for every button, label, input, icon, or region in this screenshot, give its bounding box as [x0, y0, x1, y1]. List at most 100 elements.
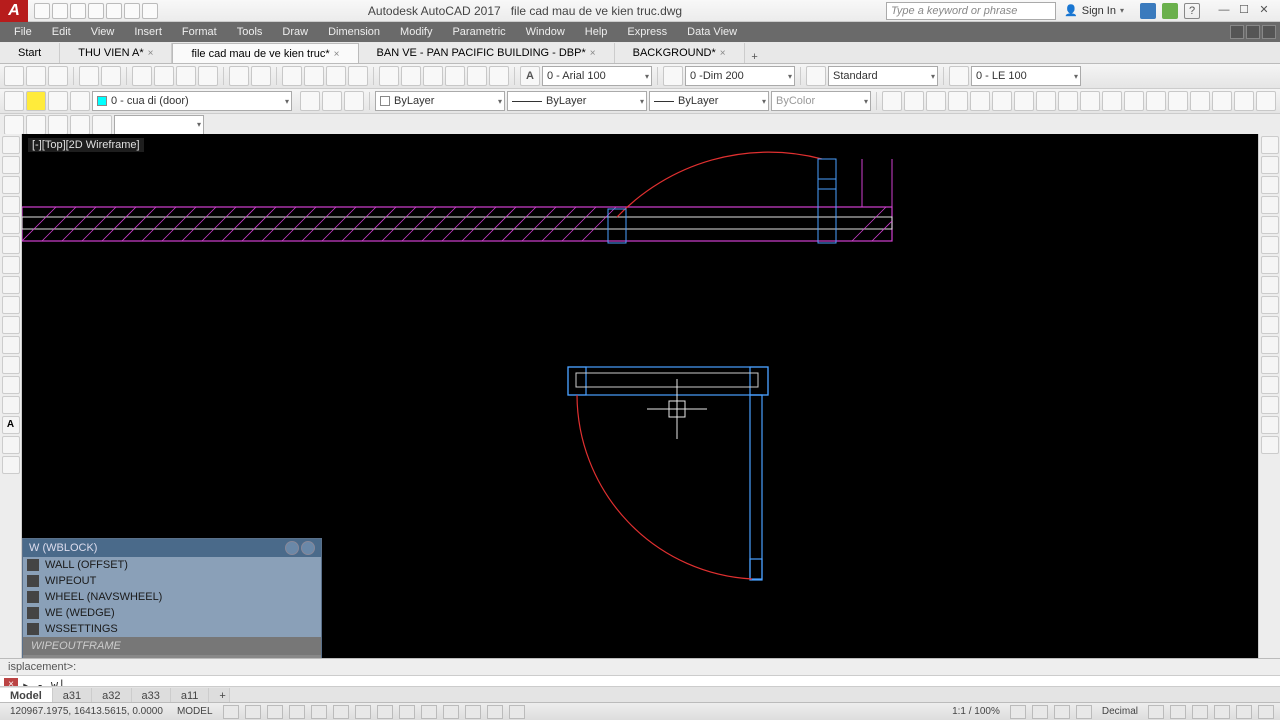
new-icon[interactable] — [34, 3, 50, 19]
misc-btn-4[interactable] — [70, 115, 90, 135]
exchange-icon[interactable] — [1140, 3, 1156, 19]
dim-jog-button[interactable] — [1212, 91, 1232, 111]
menu-help[interactable]: Help — [575, 22, 618, 42]
color-dropdown[interactable]: ByLayer — [375, 91, 505, 111]
dim-break-button[interactable] — [1124, 91, 1144, 111]
ac-item-wipeout[interactable]: WIPEOUT — [23, 573, 321, 589]
dim-center-button[interactable] — [1168, 91, 1188, 111]
otrack-toggle[interactable] — [355, 705, 371, 719]
explode-icon[interactable] — [1261, 436, 1279, 454]
app-logo[interactable]: A — [0, 0, 28, 22]
rect-icon[interactable] — [2, 216, 20, 234]
table-style-icon[interactable] — [806, 66, 826, 86]
table-style-dropdown[interactable]: Standard — [828, 66, 938, 86]
menu-insert[interactable]: Insert — [124, 22, 172, 42]
doc-min-icon[interactable] — [1230, 25, 1244, 39]
scale-icon[interactable] — [1261, 276, 1279, 294]
lwt-toggle[interactable] — [421, 705, 437, 719]
space-label[interactable]: MODEL — [173, 706, 217, 717]
gradient-icon[interactable] — [2, 436, 20, 454]
point-icon[interactable] — [2, 356, 20, 374]
qv-layouts[interactable] — [1148, 705, 1164, 719]
cut-button[interactable] — [132, 66, 152, 86]
clean-screen[interactable] — [1236, 705, 1252, 719]
dim-ang-button[interactable] — [1014, 91, 1034, 111]
insert-icon[interactable] — [2, 396, 20, 414]
layer-dropdown[interactable]: 0 - cua di (door) — [92, 91, 292, 111]
ac-sysvar[interactable]: WIPEOUTFRAME — [23, 637, 321, 655]
close-icon[interactable]: ✕ — [1256, 3, 1272, 19]
layer-freeze-icon[interactable] — [48, 91, 68, 111]
misc-dropdown[interactable] — [114, 115, 204, 135]
misc-btn-5[interactable] — [92, 115, 112, 135]
fillet-icon[interactable] — [1261, 416, 1279, 434]
dim-update-button[interactable] — [1256, 91, 1276, 111]
save-button[interactable] — [48, 66, 68, 86]
dyn-toggle[interactable] — [399, 705, 415, 719]
ws-switch[interactable] — [1054, 705, 1070, 719]
search-input[interactable]: Type a keyword or phrase — [886, 2, 1056, 20]
maximize-icon[interactable]: ☐ — [1236, 3, 1252, 19]
misc-btn-2[interactable] — [26, 115, 46, 135]
menu-modify[interactable]: Modify — [390, 22, 442, 42]
dim-cont-button[interactable] — [1080, 91, 1100, 111]
tab-background[interactable]: BACKGROUND*× — [615, 43, 745, 63]
break-icon[interactable] — [1261, 356, 1279, 374]
ac-item-wssettings[interactable]: WSSETTINGS — [23, 621, 321, 637]
app-store-icon[interactable] — [1162, 3, 1178, 19]
tab-close-icon[interactable]: × — [334, 49, 340, 60]
anno-auto-toggle[interactable] — [1032, 705, 1048, 719]
polar-toggle[interactable] — [289, 705, 305, 719]
save-icon[interactable] — [70, 3, 86, 19]
stretch-icon[interactable] — [1261, 296, 1279, 314]
ac-item-wall[interactable]: WALL (OFFSET) — [23, 557, 321, 573]
snap-toggle[interactable] — [245, 705, 261, 719]
pan-button[interactable] — [282, 66, 302, 86]
menu-tools[interactable]: Tools — [227, 22, 273, 42]
dim-quick-button[interactable] — [1036, 91, 1056, 111]
copy-icon[interactable] — [1261, 156, 1279, 174]
dim-aligned-button[interactable] — [904, 91, 924, 111]
tab-start[interactable]: Start — [0, 43, 60, 63]
layer-props-button[interactable] — [4, 91, 24, 111]
tool-palette-button[interactable] — [423, 66, 443, 86]
arc-icon[interactable] — [2, 196, 20, 214]
ac-item-wheel[interactable]: WHEEL (NAVSWHEEL) — [23, 589, 321, 605]
array-icon[interactable] — [1261, 216, 1279, 234]
menu-express[interactable]: Express — [617, 22, 677, 42]
move-icon[interactable] — [1261, 236, 1279, 254]
tab-close-icon[interactable]: × — [590, 48, 596, 59]
grid-toggle[interactable] — [223, 705, 239, 719]
spline-icon[interactable] — [2, 276, 20, 294]
print-icon[interactable] — [142, 3, 158, 19]
qv-drawings[interactable] — [1170, 705, 1186, 719]
plot-button[interactable] — [79, 66, 99, 86]
dim-edit-button[interactable] — [1234, 91, 1254, 111]
zoom-prev-button[interactable] — [348, 66, 368, 86]
iso-toggle[interactable] — [1192, 705, 1208, 719]
layer-state-button[interactable] — [300, 91, 320, 111]
circle-icon[interactable] — [2, 176, 20, 194]
layer-lock-icon[interactable] — [70, 91, 90, 111]
ml-style-dropdown[interactable]: 0 - LE 100 — [971, 66, 1081, 86]
tab-add-button[interactable]: + — [745, 51, 765, 63]
dim-base-button[interactable] — [1058, 91, 1078, 111]
trim-icon[interactable] — [1261, 316, 1279, 334]
mtext-icon[interactable]: A — [2, 416, 20, 434]
zoom-button[interactable] — [304, 66, 324, 86]
menu-dimension[interactable]: Dimension — [318, 22, 390, 42]
menu-view[interactable]: View — [81, 22, 125, 42]
signin-button[interactable]: 👤 Sign In ▾ — [1056, 4, 1132, 17]
copy-button[interactable] — [154, 66, 174, 86]
text-style-dropdown[interactable]: 0 - Arial 100 — [542, 66, 652, 86]
dim-rad-button[interactable] — [970, 91, 990, 111]
rotate-icon[interactable] — [1261, 256, 1279, 274]
dim-tol-button[interactable] — [1146, 91, 1166, 111]
menu-file[interactable]: File — [4, 22, 42, 42]
paste-button[interactable] — [176, 66, 196, 86]
anno-vis-toggle[interactable] — [1010, 705, 1026, 719]
open-button[interactable] — [26, 66, 46, 86]
am-toggle[interactable] — [509, 705, 525, 719]
mirror-icon[interactable] — [1261, 176, 1279, 194]
menu-edit[interactable]: Edit — [42, 22, 81, 42]
